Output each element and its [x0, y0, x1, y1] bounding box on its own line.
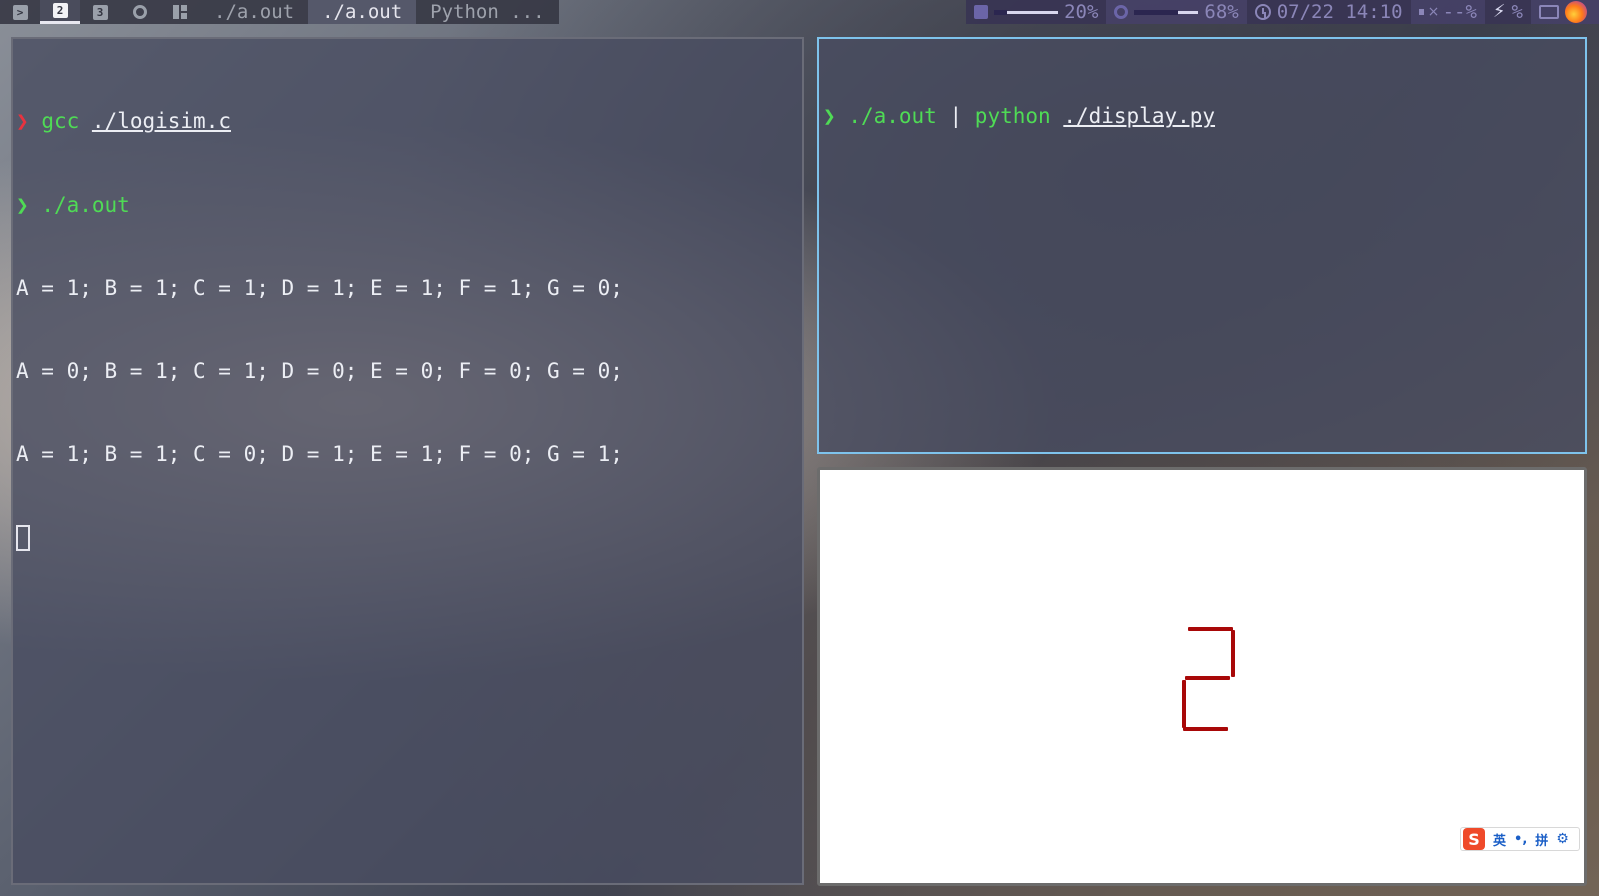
- output-line: A = 0; B = 1; C = 1; D = 0; E = 0; F = 0…: [16, 358, 623, 383]
- prompt-arrow: ❯: [16, 192, 29, 217]
- clock-icon: [1254, 4, 1271, 20]
- segment-g: [1185, 676, 1230, 680]
- volume-module[interactable]: --%: [1411, 0, 1485, 24]
- seven-segment-window[interactable]: S 英 •, 拼 ⚙: [817, 467, 1587, 886]
- command-line: ❯ gcc ./logisim.c: [16, 108, 802, 136]
- ime-toolbar[interactable]: S 英 •, 拼 ⚙: [1460, 827, 1580, 851]
- volume-muted-icon: [1418, 0, 1439, 24]
- segment-b: [1231, 630, 1235, 677]
- command: gcc: [41, 109, 80, 134]
- command: python: [974, 104, 1051, 129]
- command-argument: ./display.py: [1063, 104, 1216, 129]
- terminal-right[interactable]: ❯ ./a.out | python ./display.py: [817, 37, 1587, 454]
- workspace-2-icon: 2: [52, 3, 68, 18]
- workspace-2[interactable]: 2: [40, 0, 80, 24]
- prompt-arrow: ❯: [16, 109, 29, 134]
- terminal-icon: >: [12, 4, 28, 20]
- volume-label: --%: [1442, 1, 1477, 23]
- keyboard-icon: [1539, 5, 1559, 19]
- segment-a: [1188, 627, 1233, 631]
- memory-module: 20%: [966, 0, 1107, 24]
- chrome-icon: [133, 5, 147, 19]
- ime-mode-toggle[interactable]: 拼: [1535, 830, 1548, 849]
- firefox-icon[interactable]: [1565, 1, 1587, 23]
- command: ./a.out: [41, 192, 130, 217]
- battery-label: %: [1511, 1, 1523, 23]
- sogou-logo-icon[interactable]: S: [1463, 828, 1485, 850]
- ime-punctuation-toggle[interactable]: •,: [1514, 832, 1527, 847]
- window-tab-3[interactable]: Python ...: [416, 0, 558, 24]
- window-tab-2[interactable]: ./a.out: [308, 0, 417, 24]
- workspace-browser[interactable]: [120, 0, 160, 24]
- output-line: A = 1; B = 1; C = 0; D = 1; E = 1; F = 0…: [16, 441, 623, 466]
- prompt-arrow: ❯: [823, 104, 836, 129]
- command: ./a.out: [848, 104, 937, 129]
- cpu-meter: [1134, 9, 1199, 15]
- top-status-bar: > 2 3 ./a.out ./a.out Python ... 20% 68%: [0, 0, 1599, 24]
- battery-charging-icon: ⚡: [1492, 1, 1506, 22]
- segment-d: [1183, 727, 1228, 731]
- ime-language-toggle[interactable]: 英: [1493, 830, 1506, 849]
- command-line: ❯ ./a.out | python ./display.py: [823, 103, 1585, 131]
- battery-module: ⚡ %: [1484, 0, 1531, 24]
- command-line: ❯ ./a.out: [16, 192, 802, 220]
- command-argument: ./logisim.c: [91, 109, 231, 134]
- terminal-left[interactable]: ❯ gcc ./logisim.c ❯ ./a.out A = 1; B = 1…: [11, 37, 804, 885]
- terminal-cursor: [16, 524, 30, 551]
- keyboard-module[interactable]: [1531, 0, 1599, 24]
- segment-e: [1182, 680, 1186, 728]
- cpu-module: 68%: [1106, 0, 1246, 24]
- datetime-module[interactable]: 07/22 14:10: [1246, 0, 1411, 24]
- workspace-terminal[interactable]: >: [0, 0, 40, 24]
- memory-chip-icon: [974, 5, 989, 19]
- gear-icon[interactable]: ⚙: [1556, 831, 1569, 847]
- window-tab-1[interactable]: ./a.out: [200, 0, 308, 24]
- cpu-percent: 68%: [1204, 1, 1239, 23]
- layout-icon: [173, 5, 187, 19]
- memory-meter: [994, 9, 1059, 15]
- pipe-symbol: |: [949, 104, 963, 129]
- cursor-line: [16, 524, 802, 552]
- output-line: A = 1; B = 1; C = 1; D = 1; E = 1; F = 1…: [16, 275, 623, 300]
- cpu-icon: [1114, 5, 1129, 19]
- workspace-bar: > 2 3 ./a.out ./a.out Python ...: [0, 0, 559, 24]
- workspace-layout[interactable]: [160, 0, 200, 24]
- system-tray: 20% 68% 07/22 14:10 --% ⚡ %: [966, 0, 1599, 24]
- datetime-label: 07/22 14:10: [1276, 1, 1403, 23]
- workspace-3[interactable]: 3: [80, 0, 120, 24]
- memory-percent: 20%: [1064, 1, 1099, 23]
- workspace-3-icon: 3: [92, 4, 108, 20]
